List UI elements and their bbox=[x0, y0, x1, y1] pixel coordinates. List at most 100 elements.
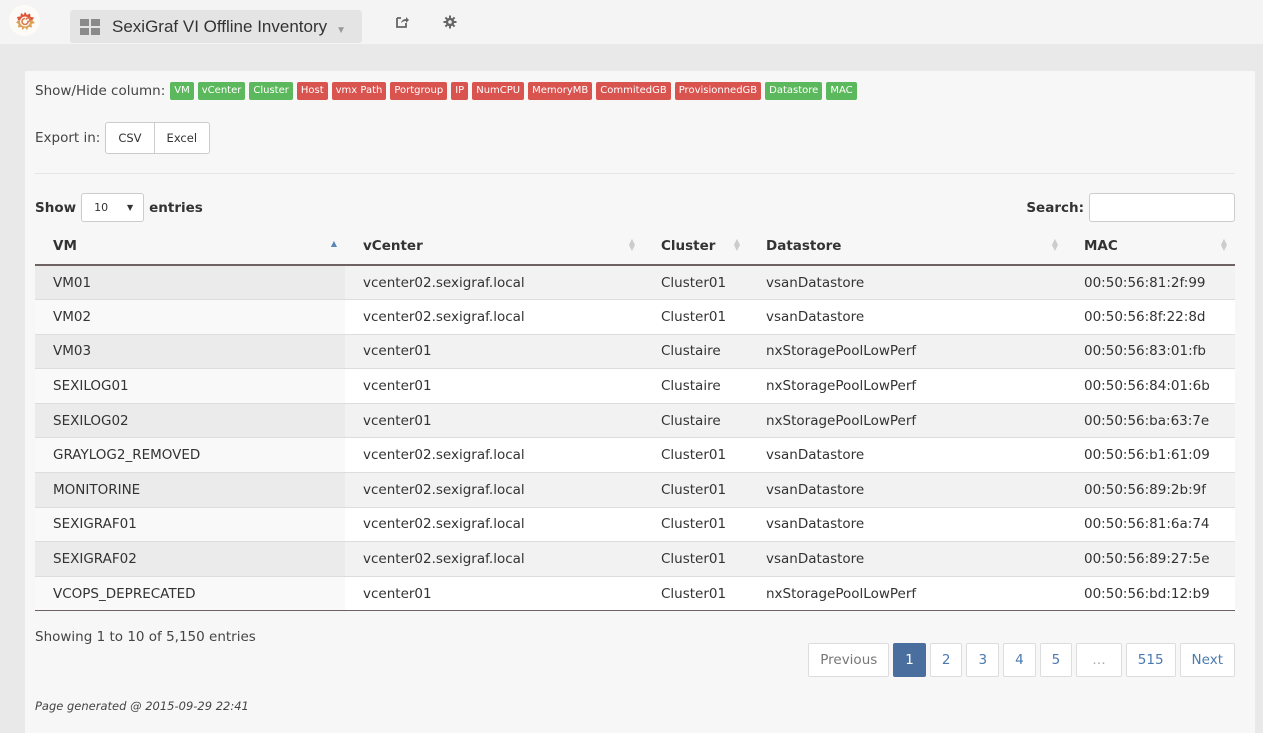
toggle-column-datastore[interactable]: Datastore bbox=[765, 82, 823, 100]
toggle-column-vcenter[interactable]: vCenter bbox=[197, 82, 246, 100]
sort-both-icon: ▲ ▼ bbox=[628, 237, 635, 252]
cell-vm: SEXIGRAF01 bbox=[35, 506, 345, 542]
cell-datastore: nxStoragePoolLowPerf bbox=[748, 368, 1066, 404]
cell-vcenter: vcenter02.sexigraf.local bbox=[345, 299, 643, 335]
cell-vm: SEXILOG02 bbox=[35, 402, 345, 438]
toggle-column-mac[interactable]: MAC bbox=[826, 82, 857, 100]
export-button-group: CSV Excel bbox=[105, 122, 211, 154]
toggle-column-cluster[interactable]: Cluster bbox=[249, 82, 293, 100]
grafana-logo-icon[interactable] bbox=[9, 5, 40, 36]
table-row[interactable]: VM01 vcenter02.sexigraf.local Cluster01 vsa… bbox=[35, 265, 1235, 300]
table-info: Showing 1 to 10 of 5,150 entries bbox=[35, 629, 256, 645]
pagination-next[interactable]: Next bbox=[1179, 643, 1235, 677]
table-row[interactable]: SEXIGRAF01 vcenter02.sexigraf.local Cluste… bbox=[35, 506, 1235, 542]
top-navbar: SexiGraf VI Offline Inventory ▼ bbox=[0, 0, 1263, 44]
toggle-column-host[interactable]: Host bbox=[296, 82, 328, 100]
sort-asc-icon: ▲ bbox=[330, 239, 337, 248]
sort-both-icon: ▲ ▼ bbox=[733, 237, 740, 252]
share-icon[interactable] bbox=[392, 12, 412, 32]
cell-vcenter: vcenter01 bbox=[345, 575, 643, 612]
cell-cluster: Cluster01 bbox=[643, 472, 748, 508]
cell-vcenter: vcenter01 bbox=[345, 333, 643, 369]
column-header-vcenter[interactable]: vCenter ▲ ▼ bbox=[345, 228, 643, 266]
cell-mac: 00:50:56:89:27:5e bbox=[1066, 541, 1235, 577]
cell-datastore: vsanDatastore bbox=[748, 506, 1066, 542]
cell-mac: 00:50:56:b1:61:09 bbox=[1066, 437, 1235, 473]
cell-vcenter: vcenter02.sexigraf.local bbox=[345, 265, 643, 300]
cell-vcenter: vcenter02.sexigraf.local bbox=[345, 472, 643, 508]
table-row[interactable]: VCOPS_DEPRECATED vcenter01 Cluster01 nxStor… bbox=[35, 575, 1235, 612]
table-row[interactable]: MONITORINE vcenter02.sexigraf.local Cluste… bbox=[35, 472, 1235, 508]
cell-vm: SEXILOG01 bbox=[35, 368, 345, 404]
toggle-column-vmx-path[interactable]: vmx Path bbox=[331, 82, 387, 100]
cell-cluster: Cluster01 bbox=[643, 541, 748, 577]
toggle-column-ip[interactable]: IP bbox=[451, 82, 469, 100]
cell-datastore: nxStoragePoolLowPerf bbox=[748, 333, 1066, 369]
sort-both-icon: ▲ ▼ bbox=[1220, 237, 1227, 252]
column-header-vm[interactable]: VM ▲ bbox=[35, 228, 345, 266]
cell-vm: SEXIGRAF02 bbox=[35, 541, 345, 577]
cell-cluster: Cluster01 bbox=[643, 299, 748, 335]
page-generated-timestamp: Page generated @ 2015-09-29 22:41 bbox=[35, 699, 249, 713]
cell-vcenter: vcenter02.sexigraf.local bbox=[345, 506, 643, 542]
cell-vm: MONITORINE bbox=[35, 472, 345, 508]
toggle-column-portgroup[interactable]: Portgroup bbox=[390, 82, 448, 100]
pagination-previous[interactable]: Previous bbox=[808, 643, 890, 677]
search-input[interactable] bbox=[1089, 193, 1235, 222]
dashboard-grid-icon bbox=[80, 18, 100, 35]
cell-datastore: vsanDatastore bbox=[748, 265, 1066, 300]
inventory-panel: Show/Hide column: VM vCenter Cluster Hos… bbox=[25, 71, 1255, 733]
table-row[interactable]: GRAYLOG2_REMOVED vcenter02.sexigraf.local… bbox=[35, 437, 1235, 473]
cell-datastore: nxStoragePoolLowPerf bbox=[748, 402, 1066, 438]
sort-both-icon: ▲ ▼ bbox=[1051, 237, 1058, 252]
pagination-page-5[interactable]: 5 bbox=[1039, 643, 1073, 677]
show-label: Show bbox=[35, 199, 77, 216]
cell-mac: 00:50:56:81:2f:99 bbox=[1066, 265, 1235, 300]
column-header-mac[interactable]: MAC ▲ ▼ bbox=[1066, 228, 1235, 266]
table-header-row: VM ▲ vCenter ▲ ▼ Cluster ▲ ▼ Datastore ▲ ▼ MAC ▲… bbox=[35, 228, 1235, 266]
pagination-page-last[interactable]: 515 bbox=[1125, 643, 1176, 677]
cell-mac: 00:50:56:84:01:6b bbox=[1066, 368, 1235, 404]
pagination: Previous 1 2 3 4 5 … 515 Next bbox=[804, 643, 1235, 677]
table-row[interactable]: SEXILOG02 vcenter01 Clustaire nxStoragePool… bbox=[35, 402, 1235, 438]
column-toggle-label: Show/Hide column: bbox=[35, 83, 166, 99]
entries-per-page-value: 10 bbox=[94, 201, 109, 214]
cell-vm: VCOPS_DEPRECATED bbox=[35, 575, 345, 612]
cell-datastore: vsanDatastore bbox=[748, 472, 1066, 508]
cell-cluster: Cluster01 bbox=[643, 506, 748, 542]
toggle-column-numcpu[interactable]: NumCPU bbox=[472, 82, 525, 100]
export-bar: Export in: CSV Excel bbox=[35, 122, 211, 154]
cell-datastore: nxStoragePoolLowPerf bbox=[748, 575, 1066, 612]
pagination-page-1[interactable]: 1 bbox=[893, 643, 926, 677]
cell-datastore: vsanDatastore bbox=[748, 437, 1066, 473]
caret-down-icon: ▼ bbox=[336, 25, 347, 36]
cell-cluster: Cluster01 bbox=[643, 437, 748, 473]
search-control: Search: bbox=[1026, 193, 1235, 222]
column-header-datastore[interactable]: Datastore ▲ ▼ bbox=[748, 228, 1066, 266]
cell-vcenter: vcenter01 bbox=[345, 402, 643, 438]
toggle-column-memorymb[interactable]: MemoryMB bbox=[528, 82, 593, 100]
entries-per-page-select[interactable]: 10 ▼ bbox=[81, 193, 145, 222]
toggle-column-provisionnedgb[interactable]: ProvisionnedGB bbox=[674, 82, 762, 100]
table-row[interactable]: VM02 vcenter02.sexigraf.local Cluster01 vsa… bbox=[35, 299, 1235, 335]
cell-mac: 00:50:56:89:2b:9f bbox=[1066, 472, 1235, 508]
export-excel-button[interactable]: Excel bbox=[154, 122, 211, 154]
cell-mac: 00:50:56:ba:63:7e bbox=[1066, 402, 1235, 438]
toggle-column-vm[interactable]: VM bbox=[170, 82, 194, 100]
cell-mac: 00:50:56:8f:22:8d bbox=[1066, 299, 1235, 335]
cell-mac: 00:50:56:83:01:fb bbox=[1066, 333, 1235, 369]
cell-vcenter: vcenter01 bbox=[345, 368, 643, 404]
pagination-page-2[interactable]: 2 bbox=[929, 643, 963, 677]
cell-mac: 00:50:56:81:6a:74 bbox=[1066, 506, 1235, 542]
toggle-column-commitedgb[interactable]: CommitedGB bbox=[596, 82, 671, 100]
table-row[interactable]: VM03 vcenter01 Clustaire nxStoragePoolLowPe… bbox=[35, 333, 1235, 369]
gear-icon[interactable] bbox=[440, 12, 460, 32]
pagination-page-4[interactable]: 4 bbox=[1003, 643, 1036, 677]
table-row[interactable]: SEXILOG01 vcenter01 Clustaire nxStoragePool… bbox=[35, 368, 1235, 404]
cell-cluster: Clustaire bbox=[643, 333, 748, 369]
column-header-cluster[interactable]: Cluster ▲ ▼ bbox=[643, 228, 748, 266]
dashboard-picker[interactable]: SexiGraf VI Offline Inventory ▼ bbox=[70, 10, 362, 43]
export-csv-button[interactable]: CSV bbox=[105, 122, 155, 154]
pagination-page-3[interactable]: 3 bbox=[966, 643, 1000, 677]
table-row[interactable]: SEXIGRAF02 vcenter02.sexigraf.local Cluste… bbox=[35, 541, 1235, 577]
